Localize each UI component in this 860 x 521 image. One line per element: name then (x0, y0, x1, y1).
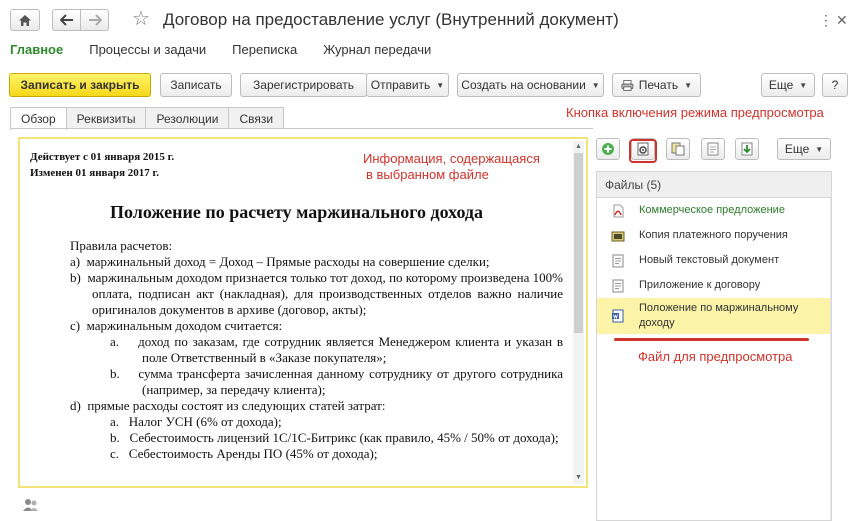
file-row-selected[interactable]: Положение по маржинальному доходу (597, 298, 831, 334)
register-button[interactable]: Зарегистрировать (240, 73, 367, 97)
document-heading: Положение по расчету маржинального доход… (109, 202, 484, 222)
section-nav: Главное Процессы и задачи Переписка Журн… (10, 42, 431, 62)
text-file-icon (612, 254, 624, 267)
copy-icon (671, 142, 685, 156)
files-list-header: Файлы (5) (597, 172, 831, 198)
create-based-on-button[interactable]: Создать на основании ▼ (457, 73, 604, 97)
file-name: Копия платежного поручения (639, 229, 788, 241)
print-button[interactable]: Печать ▼ (612, 73, 701, 97)
users-icon[interactable] (22, 497, 40, 516)
dropdown-caret-icon: ▼ (684, 80, 692, 90)
save-to-disk-button[interactable] (735, 138, 759, 160)
preview-document: Действует с 01 января 2015 г. Изменен 01… (30, 149, 563, 462)
file-row[interactable]: Приложение к договору (597, 273, 831, 298)
print-label: Печать (638, 78, 679, 92)
arrow-left-icon (59, 14, 73, 26)
document-intro: Правила расчетов: (70, 238, 173, 253)
rule-item: c) маржинальным доходом считается: (70, 318, 283, 333)
dropdown-caret-icon: ▼ (591, 80, 600, 90)
text-file-icon (612, 279, 624, 292)
back-button[interactable] (52, 9, 81, 31)
more-actions-button[interactable]: Еще ▼ (761, 73, 815, 97)
files-list: Файлы (5) Коммерческое предложение Копия… (596, 171, 832, 521)
send-button[interactable]: Отправить ▼ (366, 73, 449, 97)
section-transfer-log[interactable]: Журнал передачи (323, 42, 431, 62)
favorite-star-icon[interactable]: ☆ (132, 8, 150, 30)
annotation-highlight-box (629, 139, 657, 163)
form-tabs: Обзор Реквизиты Резолюции Связи (10, 107, 285, 130)
section-correspondence[interactable]: Переписка (232, 42, 297, 62)
forward-button[interactable] (80, 9, 109, 31)
section-processes[interactable]: Процессы и задачи (89, 42, 206, 62)
home-icon (19, 14, 31, 26)
rule-subitem: a. доход по заказам, где сотрудник являе… (110, 334, 563, 365)
annotation-underline (614, 338, 809, 341)
annotation-file-info: Информация, содержащаяся в выбранном фай… (363, 151, 540, 182)
preview-scrollbar[interactable]: ▲ ▼ (573, 141, 584, 484)
arrow-right-icon (88, 14, 102, 26)
rule-subitem: c. Себестоимость Аренды ПО (45% от доход… (110, 446, 378, 461)
file-name: Коммерческое предложение (639, 204, 785, 216)
pdf-icon (613, 204, 624, 217)
annotation-preview-button: Кнопка включения режима предпросмотра (566, 105, 824, 120)
file-properties-button[interactable] (701, 138, 725, 160)
tab-requisites[interactable]: Реквизиты (65, 107, 147, 129)
create-based-label: Создать на основании (461, 78, 586, 92)
add-icon (602, 143, 614, 155)
dropdown-caret-icon: ▼ (815, 144, 824, 154)
document-icon (707, 142, 719, 156)
close-window-button[interactable]: ✕ (836, 12, 848, 28)
file-row[interactable]: Коммерческое предложение (597, 198, 831, 223)
dropdown-caret-icon: ▼ (436, 80, 445, 90)
rule-subitem: b. сумма трансферта зачисленная данному … (110, 366, 564, 397)
rule-item: d) прямые расходы состоят из следующих с… (70, 398, 386, 413)
more-label: Еще (768, 78, 794, 92)
tab-links[interactable]: Связи (228, 107, 285, 129)
scroll-up-icon[interactable]: ▲ (574, 142, 583, 152)
title-bar: ☆ Договор на предоставление услуг (Внутр… (0, 0, 860, 40)
tab-resolutions[interactable]: Резолюции (145, 107, 230, 129)
copy-file-button[interactable] (666, 138, 690, 160)
window-menu-button[interactable]: ⋮ (819, 12, 833, 28)
file-row[interactable]: Новый текстовый документ (597, 248, 831, 273)
files-panel: Еще ▼ Файлы (5) Коммерческое предложение … (596, 134, 832, 521)
command-bar: Записать и закрыть Записать Зарегистриро… (9, 73, 851, 97)
rule-subitem: b. Себестоимость лицензий 1С/1С-Битрикс … (110, 430, 559, 445)
printer-icon (621, 79, 634, 91)
add-file-button[interactable] (596, 138, 620, 160)
scroll-thumb[interactable] (574, 153, 583, 333)
file-name: Приложение к договору (639, 279, 761, 291)
files-scrollbar[interactable] (830, 198, 831, 520)
download-icon (741, 142, 753, 156)
window-title: Договор на предоставление услуг (Внутрен… (163, 10, 619, 29)
tab-overview[interactable]: Обзор (10, 107, 67, 130)
word-file-icon (612, 309, 624, 323)
help-button[interactable]: ? (822, 73, 848, 97)
home-button[interactable] (10, 9, 40, 31)
file-preview[interactable]: Действует с 01 января 2015 г. Изменен 01… (18, 137, 588, 488)
save-and-close-button[interactable]: Записать и закрыть (9, 73, 151, 97)
files-more-label: Еще (784, 142, 810, 156)
rule-item: a) маржинальный доход = Доход – Прямые р… (70, 254, 490, 269)
send-label: Отправить (370, 78, 431, 92)
scroll-down-icon[interactable]: ▼ (574, 473, 583, 483)
file-name: Положение по маржинальному доходу (639, 302, 799, 329)
dropdown-caret-icon: ▼ (799, 80, 808, 90)
file-name: Новый текстовый документ (639, 254, 780, 266)
rule-item: b) маржинальным доходом признается тольк… (70, 270, 564, 317)
file-row[interactable]: Копия платежного поручения (597, 223, 831, 248)
files-more-button[interactable]: Еще ▼ (777, 138, 831, 160)
annotation-preview-file: Файл для предпросмотра (638, 349, 793, 364)
image-file-icon (611, 231, 625, 241)
rule-subitem: a. Налог УСН (6% от дохода); (110, 414, 282, 429)
section-main[interactable]: Главное (10, 42, 63, 62)
save-button[interactable]: Записать (160, 73, 232, 97)
